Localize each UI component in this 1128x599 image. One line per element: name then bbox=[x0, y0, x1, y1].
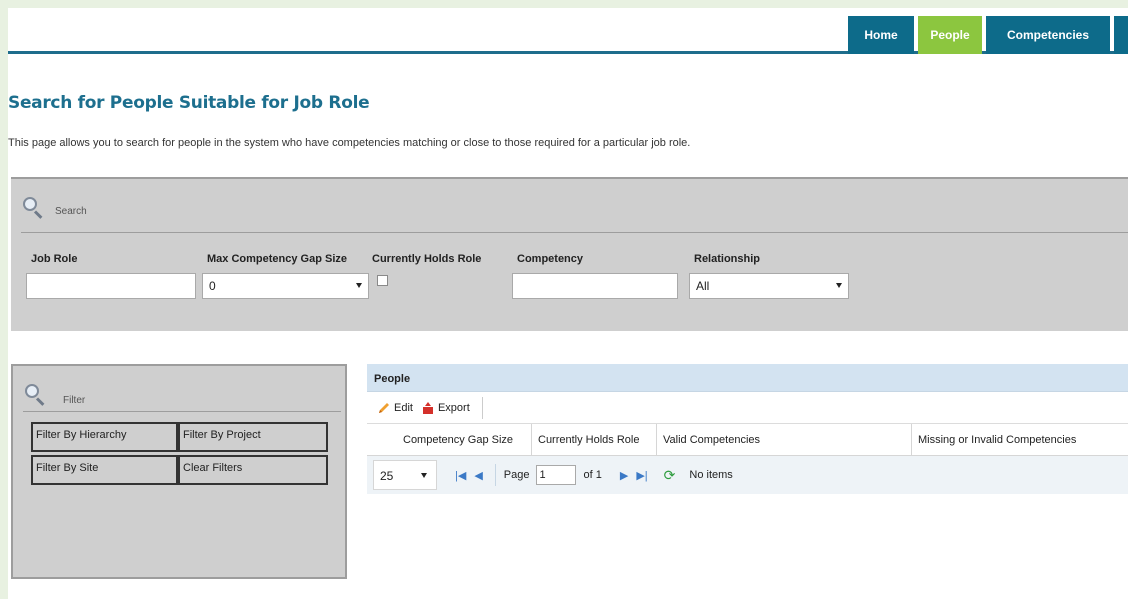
relationship-label: Relationship bbox=[694, 253, 761, 265]
page-description: This page allows you to search for peopl… bbox=[8, 137, 691, 149]
chevron-down-icon bbox=[836, 283, 842, 288]
export-icon bbox=[422, 401, 433, 414]
max-gap-select[interactable]: 0 bbox=[202, 273, 369, 299]
refresh-icon[interactable]: ⟳ bbox=[664, 467, 676, 484]
prev-page-icon[interactable]: ◀ bbox=[474, 469, 482, 482]
page-title: Search for People Suitable for Job Role bbox=[8, 93, 370, 113]
max-gap-label: Max Competency Gap Size bbox=[207, 253, 347, 265]
page-size-value: 25 bbox=[380, 469, 394, 483]
next-page-icon[interactable]: ▶ bbox=[620, 469, 628, 482]
search-header: Search bbox=[21, 193, 87, 219]
tab-more[interactable] bbox=[1114, 16, 1128, 54]
search-panel: Search Job Role Max Competency Gap Size … bbox=[11, 177, 1128, 331]
column-header-select[interactable] bbox=[367, 424, 397, 456]
tab-people[interactable]: People bbox=[918, 16, 982, 54]
chevron-down-icon bbox=[356, 283, 362, 288]
holds-role-checkbox[interactable] bbox=[377, 275, 388, 286]
search-icon bbox=[23, 384, 47, 406]
pencil-icon bbox=[379, 402, 389, 413]
competency-label: Competency bbox=[517, 253, 584, 265]
page: Home People Competencies Search for Peop… bbox=[8, 8, 1128, 599]
job-role-label: Job Role bbox=[31, 253, 78, 265]
filter-by-project-button[interactable]: Filter By Project bbox=[178, 422, 328, 452]
edit-label: Edit bbox=[394, 401, 413, 414]
filter-header: Filter bbox=[23, 376, 85, 406]
column-header-valid[interactable]: Valid Competencies bbox=[656, 424, 911, 456]
clear-filters-button[interactable]: Clear Filters bbox=[178, 455, 328, 485]
filter-by-hierarchy-button[interactable]: Filter By Hierarchy bbox=[31, 422, 178, 452]
filter-header-label: Filter bbox=[63, 395, 86, 406]
grid-title: People bbox=[367, 364, 1128, 392]
search-icon bbox=[21, 197, 45, 219]
search-header-label: Search bbox=[55, 206, 87, 217]
job-role-input[interactable] bbox=[26, 273, 196, 299]
page-size-select[interactable]: 25 bbox=[373, 460, 437, 490]
grid-pager: 25 |◀ ◀ Page 1 of 1 ▶ ▶| ⟳ No items bbox=[367, 456, 1128, 494]
main-nav: Home People Competencies bbox=[844, 16, 1128, 54]
filter-divider bbox=[23, 411, 341, 412]
pager-status: No items bbox=[689, 469, 733, 481]
max-gap-value: 0 bbox=[209, 279, 216, 293]
relationship-value: All bbox=[696, 279, 710, 293]
search-divider bbox=[21, 232, 1128, 233]
edit-button[interactable]: Edit bbox=[377, 401, 413, 415]
last-page-icon[interactable]: ▶| bbox=[636, 469, 647, 482]
column-header-gap[interactable]: Competency Gap Size bbox=[397, 424, 531, 456]
top-bar: Home People Competencies bbox=[8, 8, 1128, 54]
pager-separator bbox=[494, 464, 496, 486]
filter-by-site-button[interactable]: Filter By Site bbox=[31, 455, 178, 485]
export-button[interactable]: Export bbox=[421, 401, 470, 415]
grid-toolbar: Edit Export bbox=[367, 392, 1128, 424]
chevron-down-icon bbox=[421, 473, 427, 478]
competency-input[interactable] bbox=[512, 273, 678, 299]
people-grid: People Edit Export Competency Gap Size C… bbox=[367, 364, 1128, 498]
first-page-icon[interactable]: |◀ bbox=[455, 469, 466, 482]
column-header-missing[interactable]: Missing or Invalid Competencies bbox=[911, 424, 1128, 456]
tab-home[interactable]: Home bbox=[848, 16, 914, 54]
relationship-select[interactable]: All bbox=[689, 273, 849, 299]
tab-competencies[interactable]: Competencies bbox=[986, 16, 1110, 54]
column-header-holds-role[interactable]: Currently Holds Role bbox=[531, 424, 656, 456]
export-label: Export bbox=[437, 401, 470, 414]
page-number-input[interactable]: 1 bbox=[535, 465, 576, 485]
page-label: Page bbox=[503, 469, 530, 481]
toolbar-separator bbox=[481, 396, 483, 419]
grid-column-headers: Competency Gap Size Currently Holds Role… bbox=[367, 424, 1128, 456]
page-of-label: of 1 bbox=[583, 469, 602, 481]
holds-role-label: Currently Holds Role bbox=[372, 253, 482, 265]
filter-panel: Filter Filter By Hierarchy Filter By Pro… bbox=[11, 364, 347, 579]
